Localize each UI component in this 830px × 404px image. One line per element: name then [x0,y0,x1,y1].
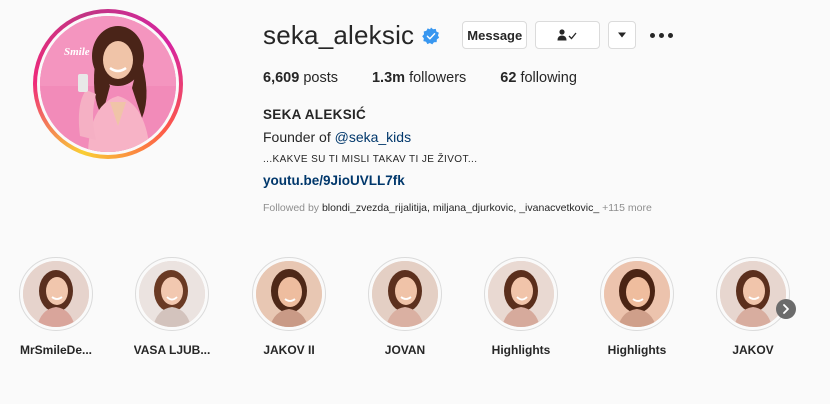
bio-quote: ...KAKVE SU TI MISLI TAKAV TI JE ŽIVOT..… [263,154,478,166]
highlight-label: JOVAN [384,343,426,357]
highlight-cover [488,261,554,327]
profile-page: Smile seka_aleksic Message 6,609 posts 1… [0,0,830,404]
highlights-next-button[interactable] [776,299,796,319]
followed-by-prefix: Followed by [263,202,322,215]
following-label: following [516,70,577,86]
followed-by-line[interactable]: Followed by blondi_zvezda_rijalitija, mi… [263,202,652,215]
highlight-cover [23,261,89,327]
highlight-cover [256,261,322,327]
highlight-cover [604,261,670,327]
caret-down-icon [618,32,627,38]
profile-header: seka_aleksic Message [263,19,674,51]
avatar-portrait-illustration [40,16,176,152]
profile-avatar-ring[interactable]: Smile [33,9,183,159]
profile-bio: SEKA ALEKSIĆ Founder of @seka_kids ...KA… [263,107,652,215]
posts-stat: 6,609 posts [263,70,338,86]
followers-count: 1.3m [371,70,406,86]
highlight-label: Highlights [491,343,551,357]
followed-by-names: blondi_zvezda_rijalitija, miljana_djurko… [321,202,600,215]
chevron-right-icon [783,304,789,314]
bio-founder-line: Founder of @seka_kids [263,128,652,145]
bio-website-link[interactable]: youtu.be/9JioUVLL7fk [263,173,652,189]
highlight-label: VASA LJUB... [133,343,211,357]
highlight-item[interactable]: MrSmileDe... [6,257,106,357]
highlight-item[interactable]: Highlights [471,257,571,357]
highlight-label: MrSmileDe... [19,343,93,357]
highlight-cover [372,261,438,327]
highlight-cover [720,261,786,327]
verified-badge-icon [422,27,440,45]
highlight-label: JAKOV [732,343,774,357]
suggested-dropdown-button[interactable] [608,21,637,49]
person-check-icon [557,29,577,41]
bio-founder-prefix: Founder of [263,128,335,145]
highlight-item[interactable]: Highlights [587,257,687,357]
highlight-item[interactable]: JAKOV II [239,257,339,357]
highlight-cover [139,261,205,327]
more-options-icon[interactable] [650,32,674,38]
followers-stat[interactable]: 1.3m followers [372,70,466,86]
highlight-item[interactable]: JOVAN [355,257,455,357]
profile-stats: 6,609 posts 1.3m followers 62 following [263,70,611,86]
following-stat[interactable]: 62 following [500,70,577,86]
highlight-item[interactable]: VASA LJUB... [122,257,222,357]
following-count: 62 [500,70,517,86]
avatar-overlay-text: Smile [64,46,90,58]
bio-mention-link[interactable]: @seka_kids [335,129,411,145]
full-name: SEKA ALEKSIĆ [263,107,367,122]
posts-label: posts [299,70,338,86]
story-highlights: MrSmileDe... VASA LJUB... JAKOV II JOVAN… [0,257,830,367]
profile-avatar: Smile [40,16,176,152]
following-button[interactable] [535,21,601,49]
followed-by-more: +115 more [599,202,652,215]
message-button[interactable]: Message [462,21,528,49]
highlight-label: Highlights [607,343,667,357]
followers-label: followers [405,70,467,86]
posts-count: 6,609 [263,70,300,86]
highlight-label: JAKOV II [263,343,315,357]
username: seka_aleksic [263,19,415,50]
